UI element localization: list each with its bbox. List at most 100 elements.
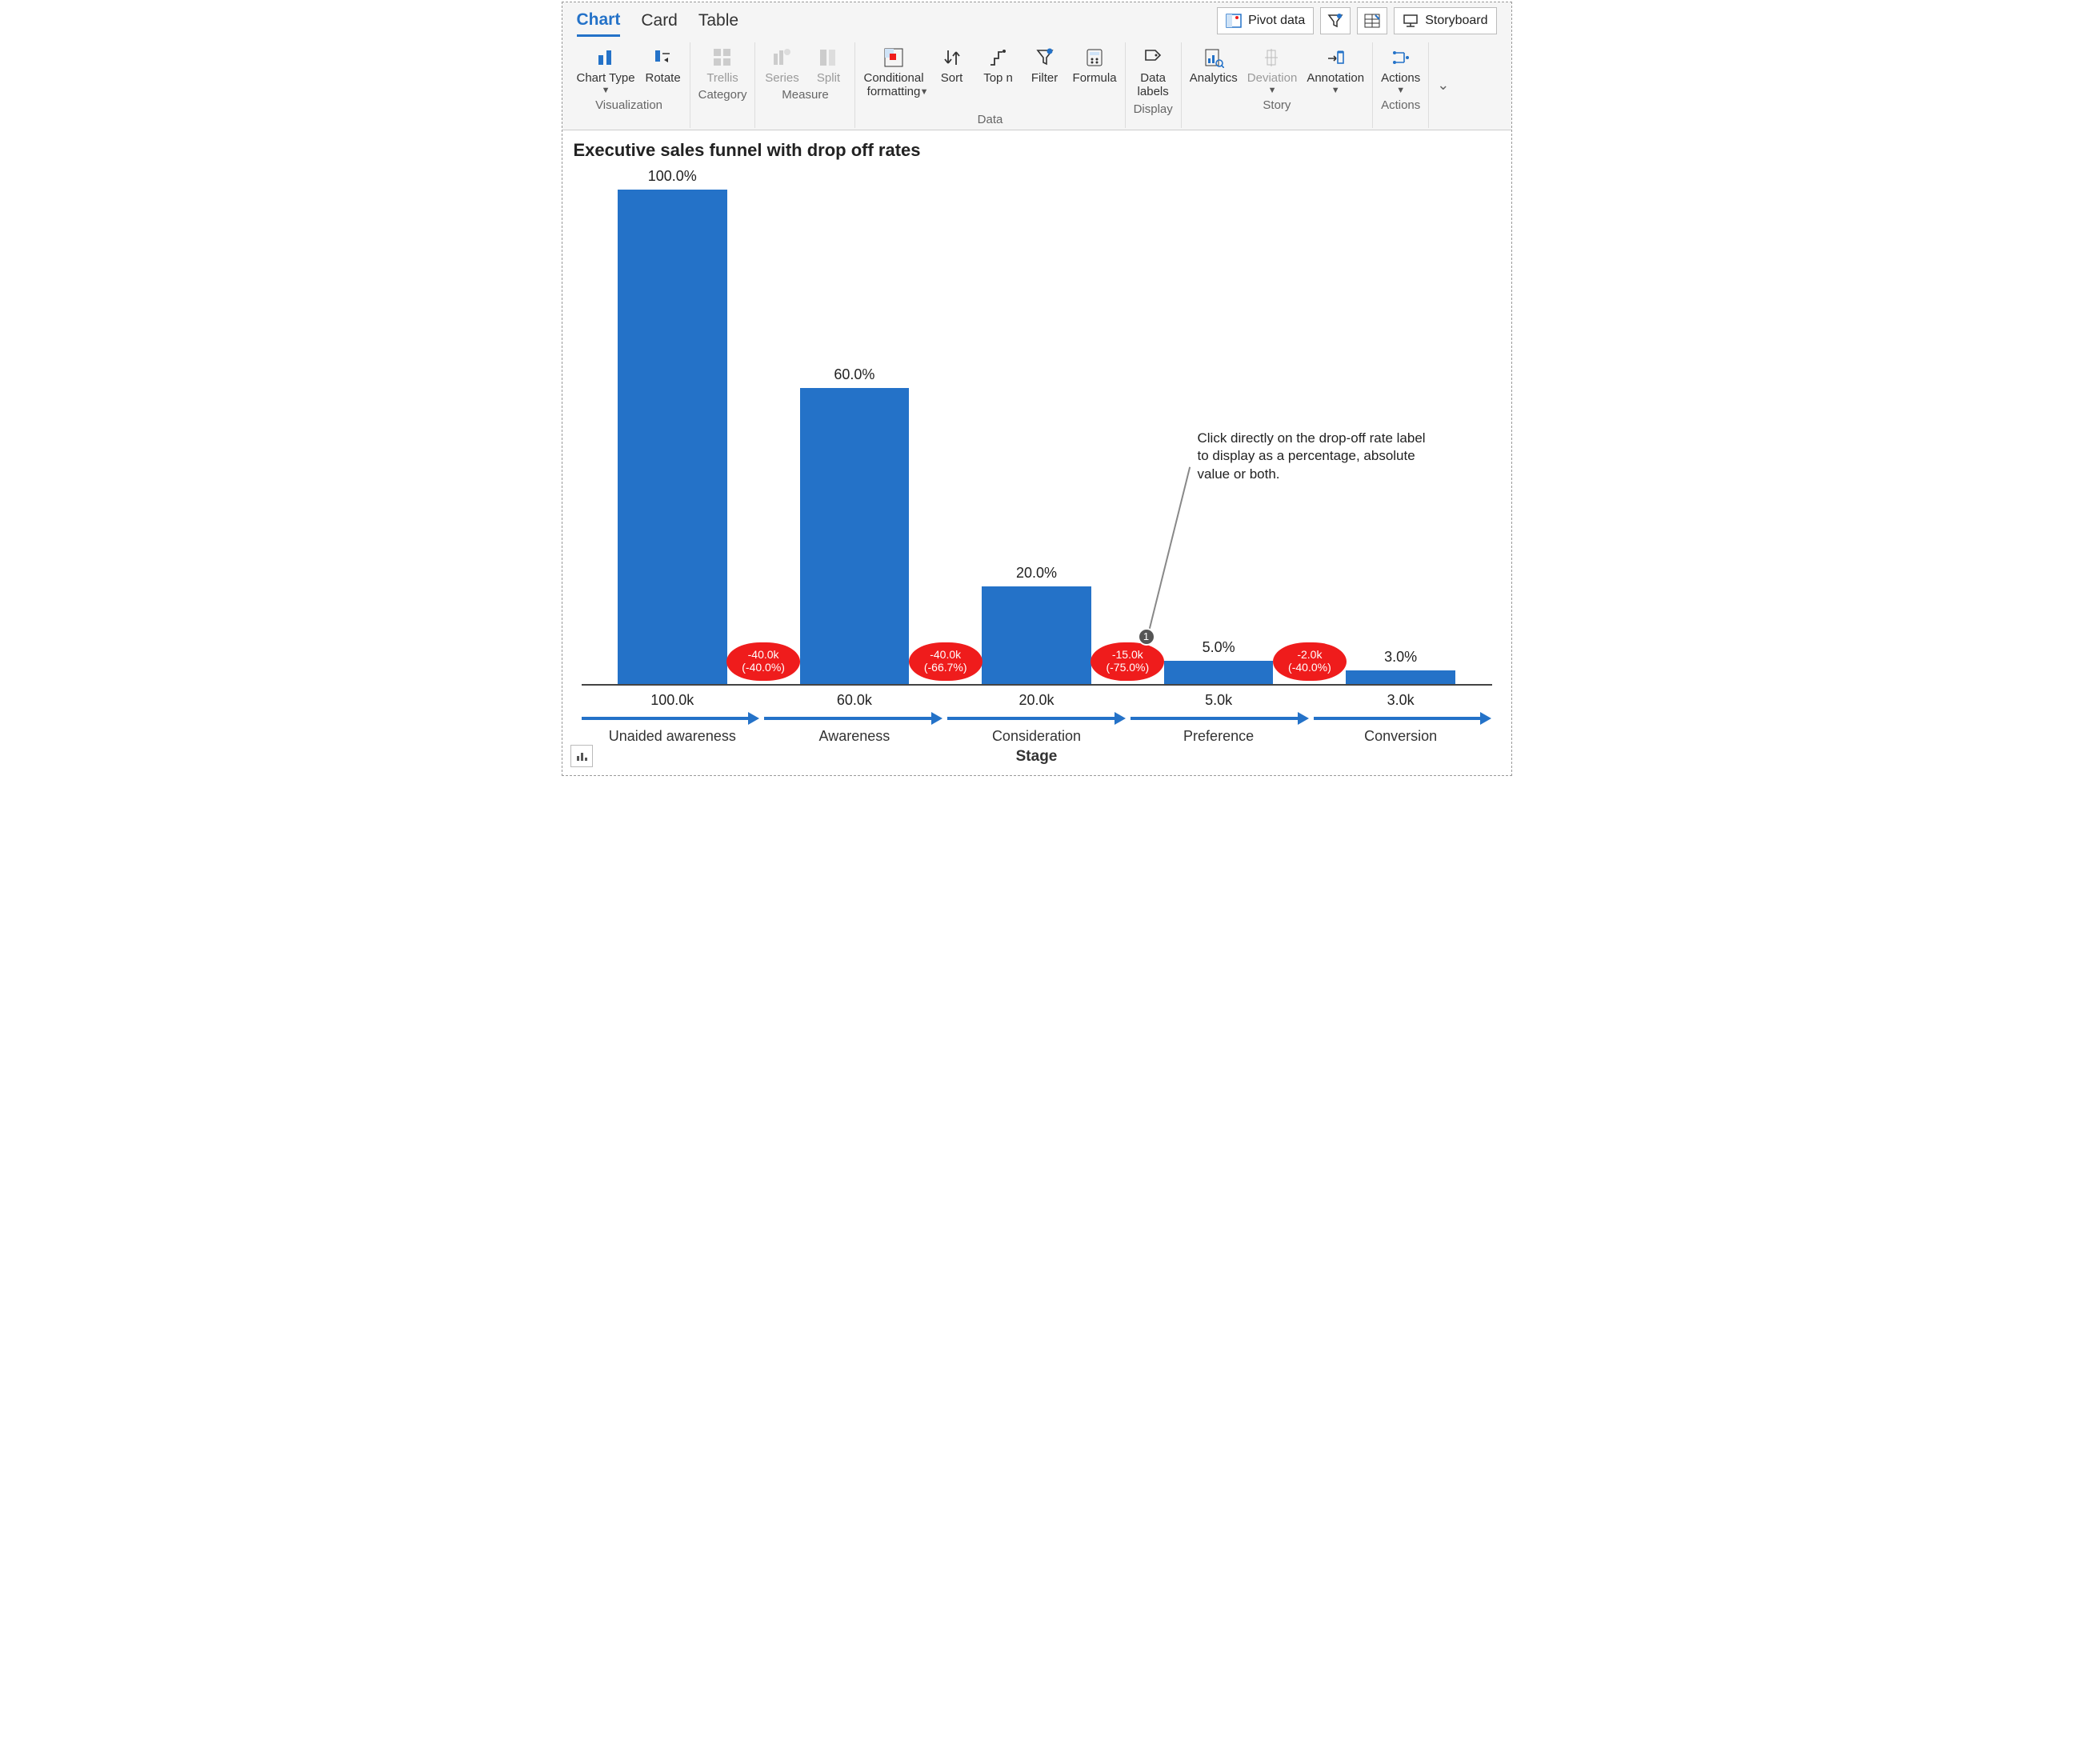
filter-icon bbox=[1036, 46, 1054, 70]
stage-label: Consideration bbox=[946, 728, 1128, 745]
conditional-formatting-icon bbox=[883, 46, 904, 70]
chevron-down-icon: ▼ bbox=[1396, 86, 1405, 95]
value-labels-row: 100.0k 60.0k 20.0k 5.0k 3.0k bbox=[582, 692, 1492, 709]
group-label: Display bbox=[1134, 102, 1173, 116]
annotation-marker[interactable]: 1 bbox=[1138, 628, 1155, 646]
app-window: Chart Card Table Pivot data Storyboard bbox=[562, 2, 1512, 776]
split-icon bbox=[818, 46, 838, 70]
data-labels-icon bbox=[1143, 46, 1163, 70]
annotation-button[interactable]: Annotation ▼ bbox=[1307, 46, 1364, 95]
bar[interactable] bbox=[618, 190, 727, 686]
chart-type-button[interactable]: Chart Type ▼ bbox=[577, 46, 635, 95]
stage-arrow bbox=[1314, 714, 1492, 723]
annotation-text[interactable]: Click directly on the drop-off rate labe… bbox=[1198, 430, 1430, 485]
dropoff-label[interactable]: -40.0k(-40.0%) bbox=[726, 642, 800, 681]
storyboard-icon bbox=[1403, 14, 1419, 28]
sort-icon bbox=[943, 46, 961, 70]
ribbon-tabs: Chart Card Table Pivot data Storyboard bbox=[562, 2, 1511, 39]
deviation-button[interactable]: Deviation ▼ bbox=[1247, 46, 1298, 95]
pivot-icon bbox=[1226, 14, 1242, 28]
bar-top-label: 100.0% bbox=[582, 168, 764, 185]
conditional-formatting-button[interactable]: Conditional formatting ▼ bbox=[863, 46, 923, 110]
analytics-button[interactable]: Analytics bbox=[1190, 46, 1238, 85]
rotate-button[interactable]: Rotate bbox=[645, 46, 682, 85]
stage-arrows-row bbox=[582, 714, 1492, 723]
series-button[interactable]: Series bbox=[763, 46, 800, 85]
bar-column: 3.0% bbox=[1310, 166, 1492, 686]
bar-column: 100.0% bbox=[582, 166, 764, 686]
bar-top-label: 60.0% bbox=[763, 366, 946, 383]
tab-chart[interactable]: Chart bbox=[577, 6, 621, 37]
funnel-icon bbox=[1327, 13, 1343, 29]
tab-table[interactable]: Table bbox=[698, 6, 738, 35]
dropoff-label[interactable]: -2.0k(-40.0%) bbox=[1273, 642, 1347, 681]
group-display: Data labels Display bbox=[1126, 42, 1182, 128]
chevron-down-icon: ▼ bbox=[1268, 86, 1277, 95]
bar-top-label: 20.0% bbox=[946, 565, 1128, 582]
tab-card[interactable]: Card bbox=[641, 6, 678, 35]
split-button[interactable]: Split bbox=[810, 46, 846, 85]
value-label: 20.0k bbox=[1018, 692, 1054, 708]
chevron-down-icon: ▼ bbox=[920, 87, 929, 97]
funnel-quick-button[interactable] bbox=[1320, 7, 1351, 34]
group-label: Visualization bbox=[595, 98, 662, 112]
chart-title: Executive sales funnel with drop off rat… bbox=[574, 140, 1500, 161]
rotate-icon bbox=[653, 46, 674, 70]
bar[interactable] bbox=[1164, 661, 1274, 686]
storyboard-button[interactable]: Storyboard bbox=[1394, 7, 1496, 34]
trellis-button[interactable]: Trellis bbox=[704, 46, 741, 85]
annotation-icon bbox=[1325, 46, 1346, 70]
stage-label: Unaided awareness bbox=[582, 728, 764, 745]
topn-button[interactable]: Top n bbox=[980, 46, 1017, 85]
bar-column: 60.0% bbox=[763, 166, 946, 686]
stage-arrow bbox=[582, 714, 760, 723]
stage-label: Preference bbox=[1127, 728, 1310, 745]
x-axis-title: Stage bbox=[574, 748, 1500, 766]
stage-label: Conversion bbox=[1310, 728, 1492, 745]
value-label: 5.0k bbox=[1205, 692, 1232, 708]
chart-area: Executive sales funnel with drop off rat… bbox=[562, 130, 1511, 775]
formula-icon bbox=[1085, 46, 1104, 70]
x-axis-line bbox=[582, 684, 1492, 686]
mini-chart-icon bbox=[575, 750, 588, 762]
data-labels-button[interactable]: Data labels bbox=[1135, 46, 1171, 99]
group-actions: Actions ▼ Actions bbox=[1373, 42, 1429, 128]
stage-label: Awareness bbox=[763, 728, 946, 745]
chart-settings-button[interactable] bbox=[570, 745, 593, 767]
bar[interactable] bbox=[800, 388, 910, 686]
stage-labels-row: Unaided awarenessAwarenessConsiderationP… bbox=[582, 728, 1492, 745]
pivot-data-button[interactable]: Pivot data bbox=[1217, 7, 1314, 34]
value-label: 100.0k bbox=[650, 692, 694, 708]
deviation-icon bbox=[1263, 46, 1282, 70]
value-label: 60.0k bbox=[837, 692, 872, 708]
value-label: 3.0k bbox=[1387, 692, 1415, 708]
group-story: Analytics Deviation ▼ Annotation ▼ Story bbox=[1182, 42, 1373, 128]
group-label: Data bbox=[978, 113, 1003, 126]
dropoff-label[interactable]: -15.0k(-75.0%) bbox=[1091, 642, 1164, 681]
ribbon-groups: Chart Type ▼ Rotate Visualization Trelli… bbox=[562, 39, 1511, 130]
bar[interactable] bbox=[982, 586, 1091, 686]
formula-button[interactable]: Formula bbox=[1073, 46, 1117, 85]
analytics-icon bbox=[1203, 46, 1224, 70]
sort-button[interactable]: Sort bbox=[934, 46, 970, 85]
collapse-ribbon-button[interactable]: ⌄ bbox=[1429, 77, 1457, 94]
table-icon bbox=[1364, 14, 1380, 28]
chart-type-icon bbox=[595, 46, 616, 70]
plot-area[interactable]: 100.0%60.0%20.0%5.0%3.0%-40.0k(-40.0%)-4… bbox=[582, 166, 1492, 686]
group-label: Actions bbox=[1381, 98, 1420, 112]
trellis-icon bbox=[712, 46, 733, 70]
stage-arrow bbox=[947, 714, 1126, 723]
group-label: Measure bbox=[782, 88, 828, 102]
bar-column: 20.0% bbox=[946, 166, 1128, 686]
series-icon bbox=[771, 46, 792, 70]
stage-arrow bbox=[764, 714, 942, 723]
table-quick-button[interactable] bbox=[1357, 7, 1387, 34]
group-data: Conditional formatting ▼ Sort Top n Filt… bbox=[855, 42, 1125, 128]
pivot-label: Pivot data bbox=[1248, 14, 1305, 28]
group-label: Category bbox=[698, 88, 747, 102]
actions-button[interactable]: Actions ▼ bbox=[1381, 46, 1420, 95]
filter-button[interactable]: Filter bbox=[1026, 46, 1063, 85]
actions-icon bbox=[1390, 46, 1412, 70]
ribbon: Chart Card Table Pivot data Storyboard bbox=[562, 2, 1511, 130]
dropoff-label[interactable]: -40.0k(-66.7%) bbox=[909, 642, 982, 681]
